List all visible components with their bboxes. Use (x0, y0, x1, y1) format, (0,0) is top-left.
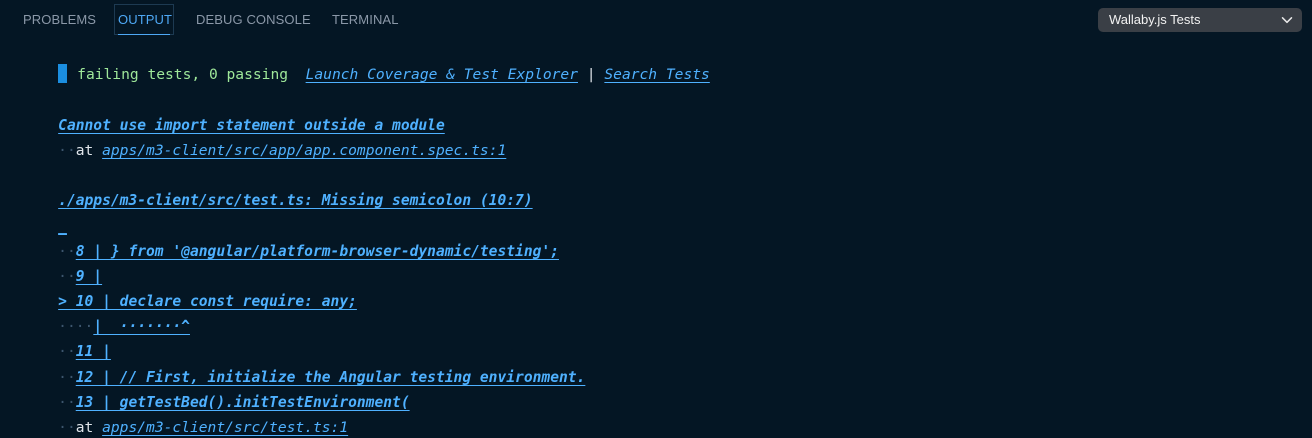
code-frame-line: ··12 | // First, initialize the Angular … (58, 369, 586, 386)
code-frame-line: ··8 | } from '@angular/platform-browser-… (58, 243, 559, 260)
code-frame-line-highlight: > 10 | declare const require: any; (58, 293, 357, 310)
tab-terminal[interactable]: TERMINAL (332, 4, 399, 35)
error-2-location-link[interactable]: apps/m3-client/src/test.ts:1 (102, 419, 348, 436)
output-channel-select[interactable]: Wallaby.js Tests (1098, 8, 1302, 32)
launch-coverage-link[interactable]: Launch Coverage & Test Explorer (306, 66, 578, 83)
panel-tab-bar: PROBLEMS OUTPUT DEBUG CONSOLE TERMINAL W… (0, 0, 1312, 40)
error-1-location-link[interactable]: apps/m3-client/src/app/app.component.spe… (102, 142, 506, 159)
at-label: at (75, 142, 94, 159)
blank-marker: _ (58, 218, 67, 235)
status-indicator (58, 63, 68, 83)
chevron-down-icon (1281, 17, 1293, 24)
tab-problems[interactable]: PROBLEMS (23, 4, 96, 35)
tab-debug-console[interactable]: DEBUG CONSOLE (196, 4, 311, 35)
at-label: at (75, 419, 94, 436)
code-frame-line: ··13 | getTestBed().initTestEnvironment( (58, 394, 410, 411)
search-tests-link[interactable]: Search Tests (604, 66, 709, 83)
test-summary: failing tests, 0 passing (77, 66, 289, 83)
error-message: ./apps/m3-client/src/test.ts: Missing se… (23, 168, 532, 209)
summary-separator: | (586, 66, 596, 83)
stack-frame: ··at apps/m3-client/src/app/app.componen… (58, 142, 507, 159)
error-message: Cannot use import statement outside a mo… (23, 93, 445, 134)
tab-output[interactable]: OUTPUT (114, 4, 174, 35)
error-2-message: ./apps/m3-client/src/test.ts: Missing se… (58, 192, 533, 209)
output-channel-value: Wallaby.js Tests (1109, 12, 1201, 27)
code-frame-line: ··11 | (58, 343, 111, 360)
stack-frame: ··at apps/m3-client/src/test.ts:1 (58, 419, 349, 436)
code-frame-line: ··9 | (58, 268, 103, 285)
test-summary-line: failing tests, 0 passing Launch Coverage… (23, 42, 710, 83)
code-frame-caret-line: ····| ·······^ (58, 318, 190, 335)
